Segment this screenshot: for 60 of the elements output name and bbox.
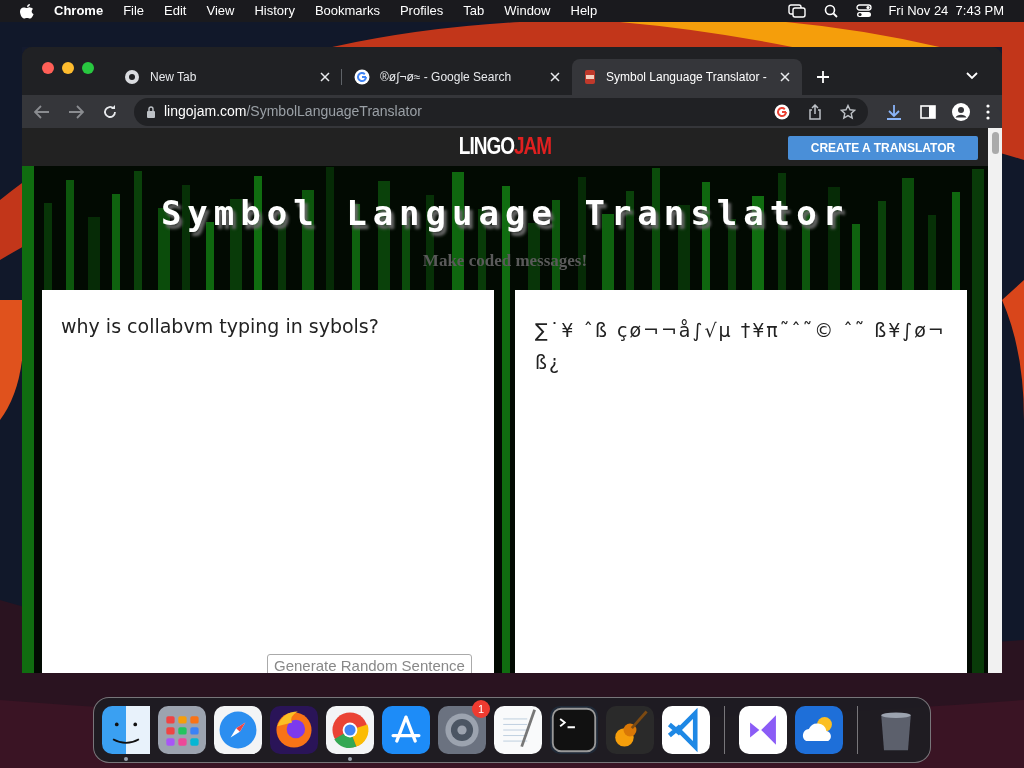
menu-item[interactable]: Profiles <box>399 1 444 21</box>
menu-item[interactable]: View <box>206 1 235 21</box>
scrollbar-thumb[interactable] <box>991 132 999 154</box>
menu-item[interactable]: File <box>123 1 145 21</box>
zoom-window-button[interactable] <box>82 62 94 74</box>
apple-icon[interactable] <box>20 3 34 19</box>
cloud-sun-icon[interactable] <box>795 706 843 754</box>
chevron-down-icon[interactable] <box>966 72 978 80</box>
app-store-icon[interactable] <box>382 706 430 754</box>
close-icon[interactable] <box>780 72 790 82</box>
chrome-icon <box>124 69 140 85</box>
menu-bar-clock: Fri Nov 24 7:43 PM <box>888 2 1004 21</box>
back-icon[interactable] <box>34 104 50 119</box>
app-menu[interactable]: Chrome <box>54 1 104 21</box>
notepad-icon[interactable] <box>494 706 542 754</box>
menu-item[interactable]: Tab <box>463 1 485 21</box>
more-menu-icon[interactable] <box>986 103 990 120</box>
notification-badge: 1 <box>472 700 490 718</box>
share-icon[interactable] <box>808 103 822 120</box>
guitar-icon[interactable] <box>606 706 654 754</box>
minimize-window-button[interactable] <box>62 62 74 74</box>
menu-item[interactable]: History <box>254 1 295 21</box>
code-editor-icon[interactable] <box>662 706 710 754</box>
menu-item[interactable]: Edit <box>164 1 187 21</box>
new-tab-icon[interactable] <box>816 70 830 84</box>
reload-icon[interactable] <box>102 103 118 120</box>
profile-icon[interactable] <box>952 102 970 121</box>
close-window-button[interactable] <box>42 62 54 74</box>
menu-item[interactable]: Bookmarks <box>314 1 380 21</box>
site-logo[interactable]: LINGOJAM <box>458 129 552 165</box>
bookmark-star-icon[interactable] <box>840 103 856 120</box>
chrome-icon[interactable] <box>326 706 374 754</box>
lock-icon <box>146 105 156 118</box>
tab-title: ®ø∫¬ø≈ - Google Search <box>380 69 513 86</box>
address-bar[interactable]: lingojam.com/SymbolLanguageTranslator <box>134 97 868 126</box>
tab-title: Symbol Language Translator - <box>606 69 768 86</box>
control-center-icon[interactable] <box>856 4 873 18</box>
app-grid-icon[interactable] <box>158 706 206 754</box>
screen-mirroring-icon[interactable] <box>788 4 807 18</box>
forward-icon[interactable] <box>68 104 84 119</box>
compass-icon[interactable] <box>214 706 262 754</box>
browser-tab[interactable]: New Tab <box>112 59 342 95</box>
close-icon[interactable] <box>550 72 560 82</box>
fox-globe-icon[interactable] <box>270 706 318 754</box>
tab-title: New Tab <box>150 69 198 86</box>
menu-item[interactable]: Help <box>570 1 598 21</box>
browser-tab[interactable]: Symbol Language Translator - <box>572 59 802 95</box>
close-icon[interactable] <box>320 72 330 82</box>
download-icon[interactable] <box>886 103 902 120</box>
ribbon-icon[interactable] <box>739 706 787 754</box>
terminal-icon[interactable] <box>550 706 598 754</box>
search-icon[interactable] <box>824 4 839 18</box>
google-icon[interactable] <box>774 103 790 120</box>
jar-icon <box>584 69 596 85</box>
finder-icon[interactable] <box>102 706 150 754</box>
browser-tab[interactable]: ®ø∫¬ø≈ - Google Search <box>342 59 572 95</box>
url-text: lingojam.com/SymbolLanguageTranslator <box>164 102 423 121</box>
side-panel-icon[interactable] <box>920 104 936 119</box>
menu-item[interactable]: Window <box>504 1 551 21</box>
google-icon <box>354 69 370 85</box>
